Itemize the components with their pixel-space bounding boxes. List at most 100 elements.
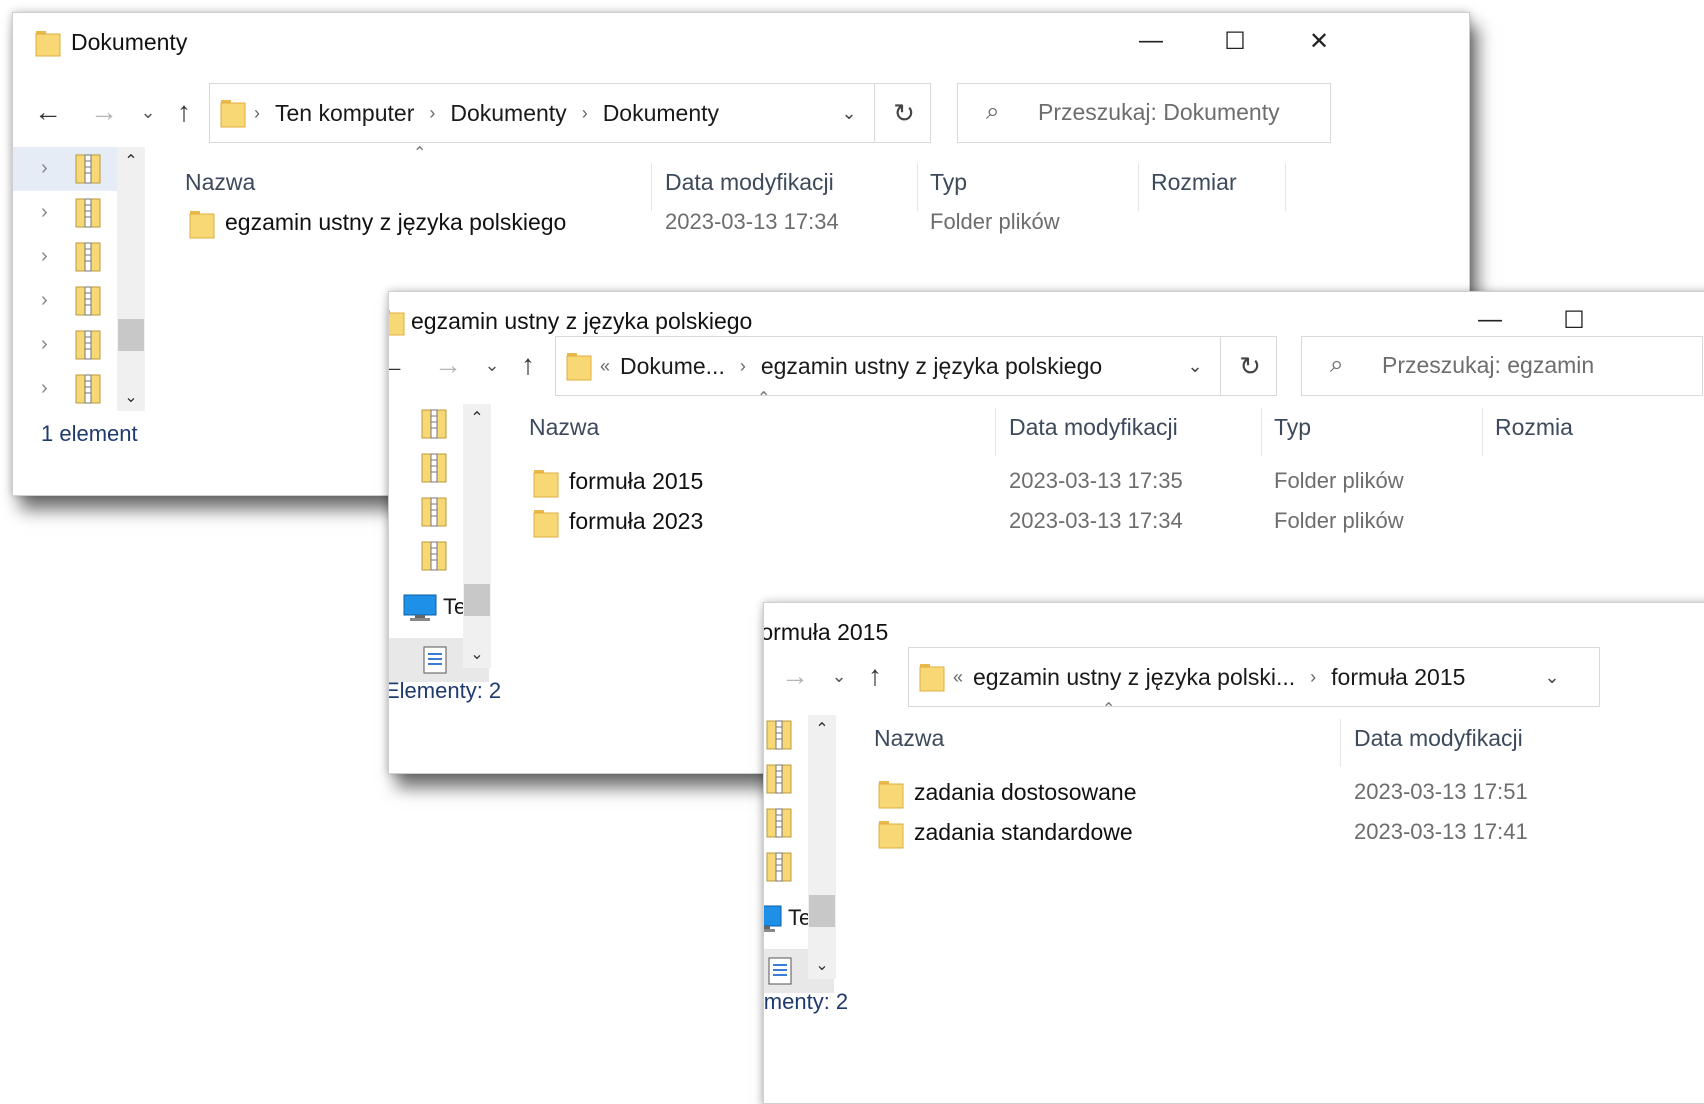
up-button[interactable]: ↑ (509, 344, 547, 386)
column-header-size[interactable]: Rozmia (1495, 414, 1573, 441)
maximize-button[interactable]: ☐ (1210, 22, 1260, 60)
nav-scrollbar[interactable]: ⌃ ⌄ (117, 147, 145, 411)
breadcrumb-overflow[interactable]: « (600, 356, 610, 377)
nav-scrollbar[interactable]: ⌃ ⌄ (463, 404, 491, 668)
sort-ascending-icon: ⌃ (1102, 701, 1116, 718)
list-item[interactable]: zadania standardowe 2023-03-13 17:41 (878, 815, 1704, 855)
breadcrumb-item[interactable]: Dokume... (620, 353, 725, 380)
close-button[interactable]: ✕ (1294, 22, 1344, 60)
chevron-right-icon[interactable]: › (41, 157, 48, 180)
breadcrumb-overflow[interactable]: « (953, 667, 963, 688)
scrollbar-thumb[interactable] (464, 584, 490, 616)
forward-arrow-icon: → (434, 349, 462, 380)
scroll-down-icon[interactable]: ⌄ (808, 951, 836, 979)
scroll-down-icon[interactable]: ⌄ (117, 383, 145, 411)
nav-item[interactable]: › (13, 235, 133, 279)
address-dropdown-button[interactable]: ⌄ (1527, 648, 1577, 706)
breadcrumb-item[interactable]: Ten komputer (275, 100, 414, 127)
scrollbar-thumb[interactable] (118, 319, 144, 351)
list-item[interactable]: egzamin ustny z języka polskiego 2023-03… (189, 205, 1189, 245)
address-bar[interactable]: « egzamin ustny z języka polski... › for… (908, 647, 1600, 707)
nav-scrollbar[interactable]: ⌃ ⌄ (808, 715, 836, 979)
breadcrumb-item[interactable]: Dokumenty (450, 100, 566, 127)
chevron-right-icon[interactable]: › (41, 377, 48, 400)
nav-item-this-pc[interactable]: Te (403, 594, 466, 627)
nav-item[interactable]: › (13, 147, 133, 191)
scroll-up-icon[interactable]: ⌃ (463, 404, 491, 432)
nav-item[interactable]: › (13, 191, 133, 235)
scroll-up-icon[interactable]: ⌃ (117, 147, 145, 175)
scrollbar-thumb[interactable] (809, 895, 835, 927)
column-divider[interactable] (1261, 408, 1262, 456)
column-divider[interactable] (1340, 719, 1341, 767)
chevron-right-icon[interactable]: › (41, 333, 48, 356)
search-box[interactable]: ⌕ Przeszukaj: Dokumenty (957, 83, 1331, 143)
column-divider[interactable] (995, 408, 996, 456)
search-box[interactable]: ⌕ Przeszukaj: egzamin (1301, 336, 1703, 396)
forward-button[interactable]: → (776, 655, 814, 697)
address-bar[interactable]: « Dokume... › egzamin ustny z języka pol… (555, 336, 1277, 396)
status-bar-count: Elementy: 2 (763, 989, 849, 1014)
list-item[interactable]: zadania dostosowane 2023-03-13 17:51 (878, 775, 1704, 815)
address-dropdown-button[interactable]: ⌄ (1170, 337, 1220, 395)
nav-item[interactable]: › (13, 367, 133, 411)
column-header-type[interactable]: Typ (930, 169, 967, 196)
column-divider[interactable] (651, 163, 652, 211)
back-button[interactable]: ← (389, 344, 411, 386)
title-bar: Dokumenty — ☐ ✕ (13, 13, 1469, 67)
forward-button[interactable]: → (85, 91, 123, 133)
column-divider[interactable] (1482, 408, 1483, 456)
recent-locations-button[interactable]: ⌄ (480, 344, 504, 386)
maximize-button[interactable]: ☐ (1549, 301, 1599, 339)
computer-icon (403, 594, 437, 626)
file-date: 2023-03-13 17:35 (1009, 468, 1183, 493)
column-header-size[interactable]: Rozmiar (1151, 169, 1237, 196)
up-button[interactable]: ↑ (856, 655, 894, 697)
nav-item-this-pc[interactable]: Te (764, 905, 811, 938)
column-header-type[interactable]: Typ (1274, 414, 1311, 441)
address-bar[interactable]: › Ten komputer › Dokumenty › Dokumenty ⌄… (209, 83, 931, 143)
refresh-button[interactable]: ↻ (1220, 337, 1279, 395)
up-arrow-icon: ↑ (521, 349, 535, 380)
column-divider[interactable] (1285, 163, 1286, 211)
documents-icon (768, 957, 792, 990)
scroll-up-icon[interactable]: ⌃ (808, 715, 836, 743)
forward-button[interactable]: → (429, 344, 467, 386)
minimize-button[interactable]: — (1126, 22, 1176, 60)
chevron-right-icon[interactable]: › (41, 245, 48, 268)
file-name: formuła 2015 (569, 468, 704, 494)
breadcrumb-item[interactable]: egzamin ustny z języka polski... (973, 664, 1295, 691)
scroll-down-icon[interactable]: ⌄ (463, 640, 491, 668)
nav-item[interactable]: › (13, 323, 133, 367)
list-item[interactable]: formuła 2023 2023-03-13 17:34 Folder pli… (533, 504, 1533, 544)
zip-folder-icon (421, 496, 447, 533)
breadcrumb-item[interactable]: Dokumenty (603, 100, 719, 127)
file-type: Folder plików (930, 209, 1060, 234)
file-date: 2023-03-13 17:34 (1009, 508, 1183, 533)
breadcrumb-item[interactable]: egzamin ustny z języka polskiego (761, 353, 1102, 380)
navigation-pane: › › › › › › ⌃ ⌄ (13, 147, 153, 437)
breadcrumb-item[interactable]: formuła 2015 (1331, 664, 1465, 691)
refresh-button[interactable]: ↻ (874, 84, 933, 142)
window-title: formuła 2015 (763, 619, 889, 645)
recent-locations-button[interactable]: ⌄ (136, 91, 160, 133)
column-header-name[interactable]: Nazwa (874, 725, 944, 752)
minimize-button[interactable]: — (1465, 301, 1515, 339)
column-header-date[interactable]: Data modyfikacji (665, 169, 834, 196)
recent-locations-button[interactable]: ⌄ (827, 655, 851, 697)
back-arrow-icon: ← (389, 349, 406, 381)
column-header-name[interactable]: Nazwa (185, 169, 255, 196)
up-button[interactable]: ↑ (165, 91, 203, 133)
nav-item[interactable]: › (13, 279, 133, 323)
address-dropdown-button[interactable]: ⌄ (824, 84, 874, 142)
column-divider[interactable] (917, 163, 918, 211)
column-header-date[interactable]: Data modyfikacji (1354, 725, 1523, 752)
column-divider[interactable] (1138, 163, 1139, 211)
list-item[interactable]: formuła 2015 2023-03-13 17:35 Folder pli… (533, 464, 1533, 504)
back-button[interactable]: ← (29, 91, 67, 133)
chevron-right-icon[interactable]: › (41, 201, 48, 224)
column-header-name[interactable]: Nazwa (529, 414, 599, 441)
chevron-right-icon[interactable]: › (41, 289, 48, 312)
column-header-date[interactable]: Data modyfikacji (1009, 414, 1178, 441)
folder-icon (189, 209, 215, 244)
